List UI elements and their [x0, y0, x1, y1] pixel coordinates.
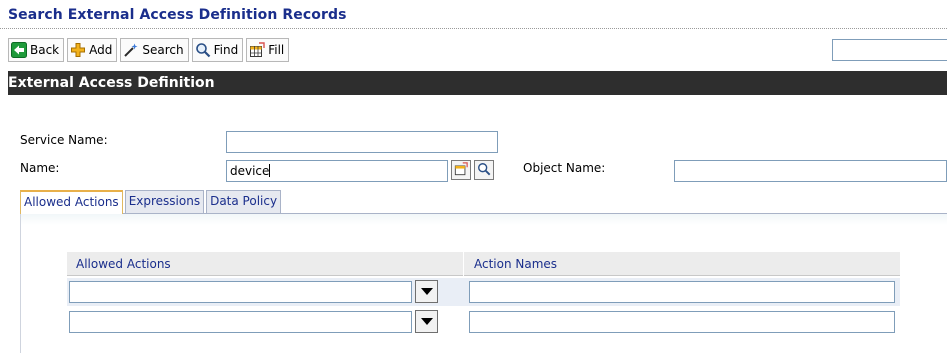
fill-label: Fill	[268, 43, 285, 57]
find-button[interactable]: Find	[191, 38, 244, 62]
toolbar: Back Add Search Find Fill	[8, 38, 290, 62]
tab-allowed-actions[interactable]: Allowed Actions	[20, 190, 123, 214]
text-caret	[269, 164, 271, 177]
chevron-down-icon	[420, 288, 433, 295]
tab-strip: Allowed Actions Expressions Data Policy	[20, 190, 283, 214]
name-input[interactable]: device	[226, 160, 448, 182]
column-header-action-names: Action Names	[474, 257, 558, 271]
name-find-button[interactable]	[474, 160, 494, 180]
plus-icon	[70, 42, 86, 58]
name-value: device	[230, 164, 270, 178]
service-name-input[interactable]	[226, 131, 498, 153]
add-label: Add	[89, 43, 113, 57]
back-label: Back	[30, 43, 60, 57]
allowed-action-select[interactable]	[69, 311, 412, 333]
allowed-action-select[interactable]	[69, 281, 412, 303]
allowed-action-dropdown-button[interactable]	[415, 310, 438, 333]
back-button[interactable]: Back	[8, 38, 65, 62]
tab-data-policy[interactable]: Data Policy	[206, 190, 282, 213]
name-lookup-button[interactable]	[451, 160, 471, 180]
tab-strip-line	[20, 213, 947, 214]
fill-button[interactable]: Fill	[246, 38, 290, 62]
wand-icon	[123, 42, 139, 58]
quick-search-input[interactable]	[832, 39, 947, 61]
chevron-down-icon	[420, 318, 433, 325]
service-name-label: Service Name:	[20, 133, 108, 147]
column-divider	[463, 252, 464, 276]
arrow-left-icon	[11, 42, 27, 58]
search-label: Search	[142, 43, 184, 57]
object-name-label: Object Name:	[523, 161, 606, 175]
grid-header: Allowed Actions Action Names	[67, 252, 900, 276]
magnifier-icon	[195, 42, 211, 58]
action-name-input[interactable]	[469, 311, 895, 333]
name-label: Name:	[20, 161, 60, 175]
column-header-allowed-actions: Allowed Actions	[76, 257, 171, 271]
object-name-input[interactable]	[674, 160, 947, 182]
tab-expressions[interactable]: Expressions	[124, 190, 205, 213]
table-fill-icon	[454, 161, 468, 179]
section-header: External Access Definition	[8, 71, 947, 95]
title-divider	[0, 28, 947, 29]
add-button[interactable]: Add	[67, 38, 118, 62]
search-button[interactable]: Search	[120, 38, 189, 62]
find-label: Find	[213, 43, 239, 57]
action-name-input[interactable]	[469, 281, 895, 303]
page-title: Search External Access Definition Record…	[8, 7, 347, 23]
allowed-action-dropdown-button[interactable]	[415, 280, 438, 303]
magnifier-icon	[477, 162, 491, 179]
table-fill-icon	[249, 42, 265, 58]
